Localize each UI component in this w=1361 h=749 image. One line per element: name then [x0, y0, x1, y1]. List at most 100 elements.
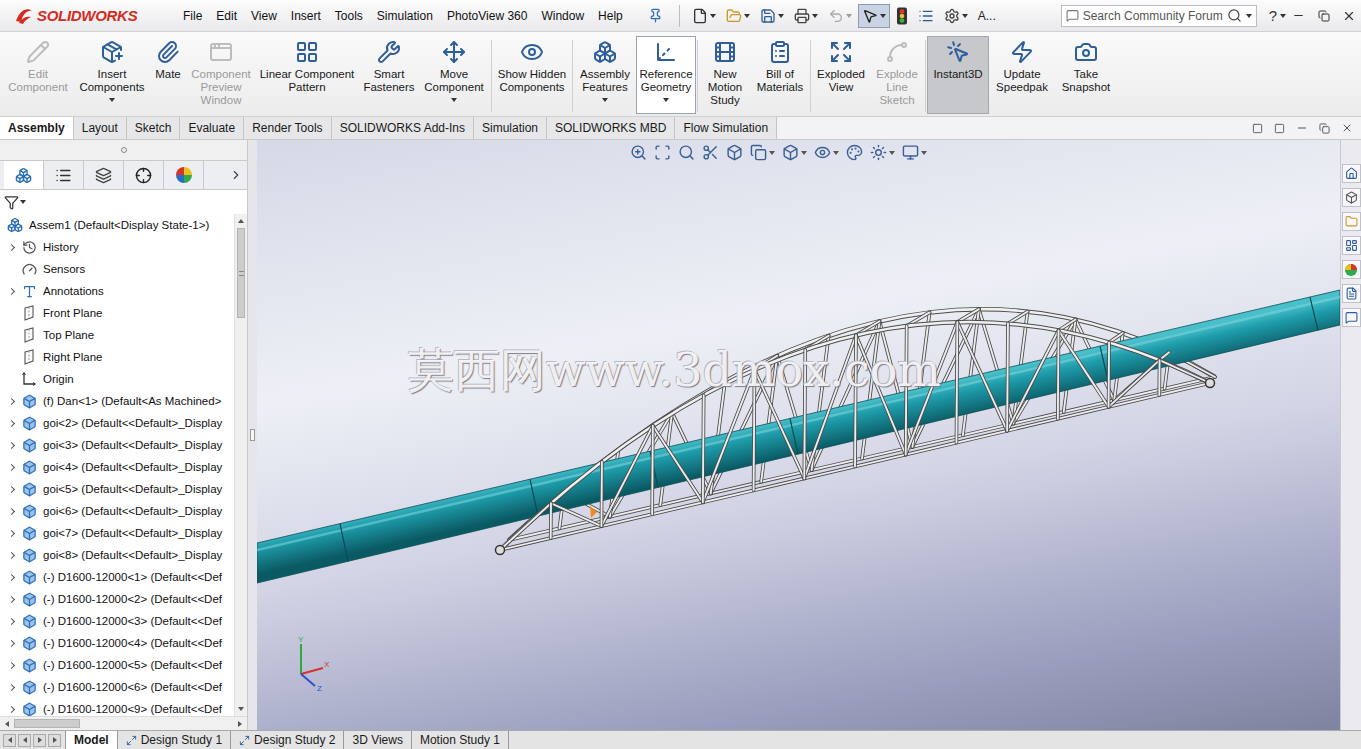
close-button[interactable] — [1336, 4, 1361, 28]
tree-item[interactable]: Top Plane — [0, 324, 234, 346]
doc-close-icon[interactable] — [1341, 122, 1353, 134]
help-dropdown-icon[interactable] — [1280, 14, 1286, 18]
right-support[interactable] — [1206, 379, 1215, 388]
tree-root[interactable]: Assem1 (Default<Display State-1>) — [0, 214, 234, 236]
panel-grip[interactable] — [0, 140, 247, 160]
take-snapshot-button[interactable]: Take Snapshot — [1055, 36, 1117, 114]
tree-item[interactable]: (-) D1600-12000<2> (Default<<Def — [0, 588, 234, 610]
expand-arrow-icon[interactable] — [7, 705, 14, 712]
horizontal-scrollbar[interactable] — [0, 716, 247, 730]
panel-splitter[interactable] — [248, 140, 257, 730]
pipe[interactable] — [257, 290, 1340, 583]
command-tab[interactable]: Flow Simulation — [675, 117, 777, 139]
tile-alt-icon[interactable] — [1274, 123, 1285, 134]
mate-button[interactable]: Mate — [148, 36, 188, 114]
command-tab[interactable]: Sketch — [127, 117, 181, 139]
tree-item[interactable]: (-) D1600-12000<6> (Default<<Def — [0, 676, 234, 698]
bottom-tab[interactable]: Model — [65, 731, 118, 749]
model-drawing[interactable] — [257, 140, 1340, 730]
tree-item[interactable]: Front Plane — [0, 302, 234, 324]
search-field[interactable]: Search Community Forum — [1061, 5, 1257, 27]
task-pane-tab[interactable] — [1342, 284, 1361, 303]
expand-arrow-icon[interactable] — [7, 419, 14, 426]
command-tab[interactable]: Render Tools — [244, 117, 332, 139]
heads-up-button[interactable] — [782, 144, 807, 161]
toolbar-button[interactable] — [940, 4, 972, 28]
menu-item[interactable]: Insert — [284, 5, 328, 27]
tree-item[interactable]: goi<7> (Default<<Default>_Display — [0, 522, 234, 544]
explode-line-sketch-button[interactable]: Explode Line Sketch — [870, 36, 924, 114]
doc-restore-icon[interactable] — [1319, 123, 1330, 134]
toolbar-button[interactable] — [858, 4, 890, 28]
menu-item[interactable]: Simulation — [370, 5, 440, 27]
dropdown-arrow-icon[interactable] — [846, 14, 852, 18]
user-menu[interactable]: A... — [978, 9, 996, 23]
expand-arrow-icon[interactable] — [7, 463, 14, 470]
scroll-thumb[interactable] — [237, 228, 245, 318]
previous-tab-button[interactable] — [18, 734, 31, 747]
command-tab[interactable]: SOLIDWORKS Add-Ins — [332, 117, 474, 139]
expand-arrow-icon[interactable] — [7, 617, 14, 624]
tree-item[interactable]: Origin — [0, 368, 234, 390]
heads-up-button[interactable] — [902, 144, 927, 161]
toolbar-button[interactable] — [824, 4, 856, 28]
menu-item[interactable]: Help — [591, 5, 630, 27]
heads-up-button[interactable] — [726, 144, 743, 161]
heads-up-button[interactable] — [846, 144, 863, 161]
edit-component-button[interactable]: Edit Component — [0, 36, 76, 114]
toolbar-button[interactable] — [892, 4, 912, 28]
tree-item[interactable]: Right Plane — [0, 346, 234, 368]
expand-arrow-icon[interactable] — [7, 529, 14, 536]
heads-up-button[interactable] — [814, 144, 839, 161]
bill-of-materials-button[interactable]: Bill of Materials — [751, 36, 809, 114]
command-tab[interactable]: Layout — [74, 117, 127, 139]
command-tab[interactable]: Simulation — [474, 117, 547, 139]
tree-item[interactable]: goi<4> (Default<<Default>_Display — [0, 456, 234, 478]
heads-up-button[interactable] — [702, 144, 719, 161]
heads-up-button[interactable] — [630, 144, 647, 161]
tree-item[interactable]: (-) D1600-12000<1> (Default<<Def — [0, 566, 234, 588]
dropdown-arrow-icon[interactable] — [880, 14, 886, 18]
app-logo[interactable]: SOLIDWORKS — [0, 7, 176, 25]
tree-filter[interactable] — [0, 190, 247, 214]
dropdown-arrow-icon[interactable] — [451, 98, 457, 102]
minimize-button[interactable] — [1286, 4, 1311, 28]
expand-arrow-icon[interactable] — [7, 507, 14, 514]
tree-item[interactable]: (f) Dan<1> (Default<As Machined> — [0, 390, 234, 412]
tree-item[interactable]: goi<5> (Default<<Default>_Display — [0, 478, 234, 500]
help-button[interactable]: ? — [1257, 7, 1280, 24]
dropdown-arrow-icon[interactable] — [109, 98, 115, 102]
bottom-tab[interactable]: Motion Study 1 — [412, 731, 509, 749]
heads-up-button[interactable] — [678, 144, 695, 161]
instant3d-button[interactable]: Instant3D — [927, 36, 989, 114]
scroll-thumb[interactable] — [14, 719, 80, 728]
new-motion-study-button[interactable]: New Motion Study — [699, 36, 751, 114]
reference-geometry-button[interactable]: Reference Geometry — [636, 36, 696, 114]
dropdown-arrow-icon[interactable] — [812, 14, 818, 18]
cross-members[interactable] — [551, 309, 1169, 503]
panel-tab[interactable] — [164, 161, 204, 189]
command-tab[interactable]: Assembly — [0, 117, 74, 139]
insert-components-button[interactable]: Insert Components — [76, 36, 148, 114]
bottom-tab[interactable]: Design Study 2 — [231, 731, 344, 749]
expand-arrow-icon[interactable] — [7, 441, 14, 448]
bottom-tab[interactable]: Design Study 1 — [118, 731, 231, 749]
task-pane-tab[interactable] — [1342, 164, 1361, 183]
toolbar-button[interactable] — [914, 4, 938, 28]
task-pane-tab[interactable] — [1342, 212, 1361, 231]
vertical-scrollbar[interactable] — [234, 214, 247, 716]
heads-up-button[interactable] — [654, 144, 671, 161]
tree-item[interactable]: goi<6> (Default<<Default>_Display — [0, 500, 234, 522]
expand-arrow-icon[interactable] — [7, 595, 14, 602]
expand-arrow-icon[interactable] — [7, 573, 14, 580]
dropdown-arrow-icon[interactable] — [710, 14, 716, 18]
menu-item[interactable]: File — [176, 5, 209, 27]
expand-arrow-icon[interactable] — [7, 485, 14, 492]
exploded-view-button[interactable]: Exploded View — [812, 36, 870, 114]
dropdown-arrow-icon[interactable] — [602, 98, 608, 102]
panel-tab[interactable] — [84, 161, 124, 189]
tree-item[interactable]: (-) D1600-12000<3> (Default<<Def — [0, 610, 234, 632]
expand-arrow-icon[interactable] — [7, 243, 14, 250]
dropdown-arrow-icon[interactable] — [962, 14, 968, 18]
toolbar-button[interactable] — [722, 4, 754, 28]
